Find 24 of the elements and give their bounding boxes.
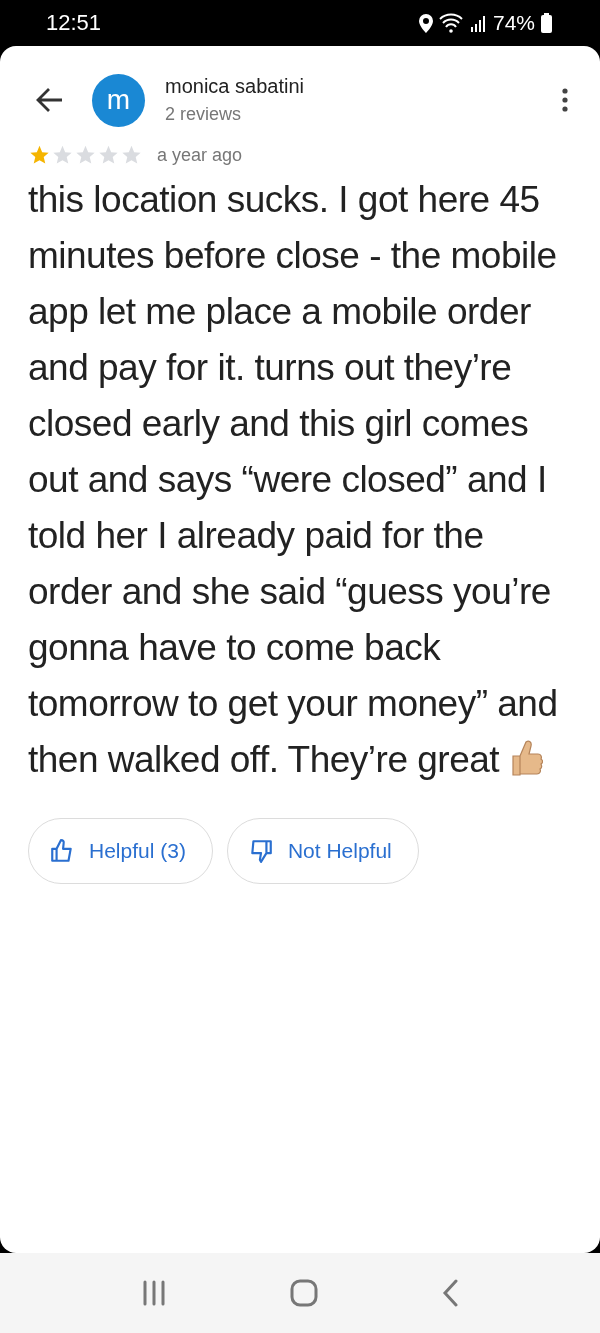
- reviewer-name: monica sabatini: [165, 75, 305, 98]
- status-time: 12:51: [46, 10, 102, 36]
- chevron-left-icon: [440, 1279, 459, 1307]
- battery-percent: 74%: [492, 11, 535, 35]
- star-icon: [97, 144, 120, 166]
- back-arrow-icon: [36, 87, 64, 113]
- more-vertical-icon: [562, 88, 568, 112]
- helpful-button[interactable]: Helpful (3): [28, 818, 213, 884]
- review-count: 2 reviews: [165, 104, 243, 125]
- review-time: a year ago: [157, 144, 243, 166]
- signal-icon: [470, 14, 487, 32]
- not-helpful-button[interactable]: Not Helpful: [226, 818, 419, 884]
- battery-icon: [541, 13, 552, 33]
- star-icon: [51, 144, 74, 166]
- location-icon: [418, 13, 433, 33]
- recent-apps-icon: [141, 1280, 168, 1306]
- wifi-icon: [438, 13, 465, 33]
- review-text: this location sucks. I got here 45 minutes before close - the mobile app let me place a mobile order and pay for it. turns out they’re closed early and this girl comes out and says “were closed” and I told her I already paid for the order and she said “guess you’re gonna have to come back tomorrow to get your money” and then walked off. They’re great: [28, 178, 559, 782]
- thumbs-up-icon: [49, 838, 75, 864]
- home-icon: [290, 1279, 318, 1307]
- star-icon: [120, 144, 143, 166]
- avatar: m: [92, 73, 145, 127]
- star-icon: [28, 144, 51, 166]
- star-icon: [74, 144, 97, 166]
